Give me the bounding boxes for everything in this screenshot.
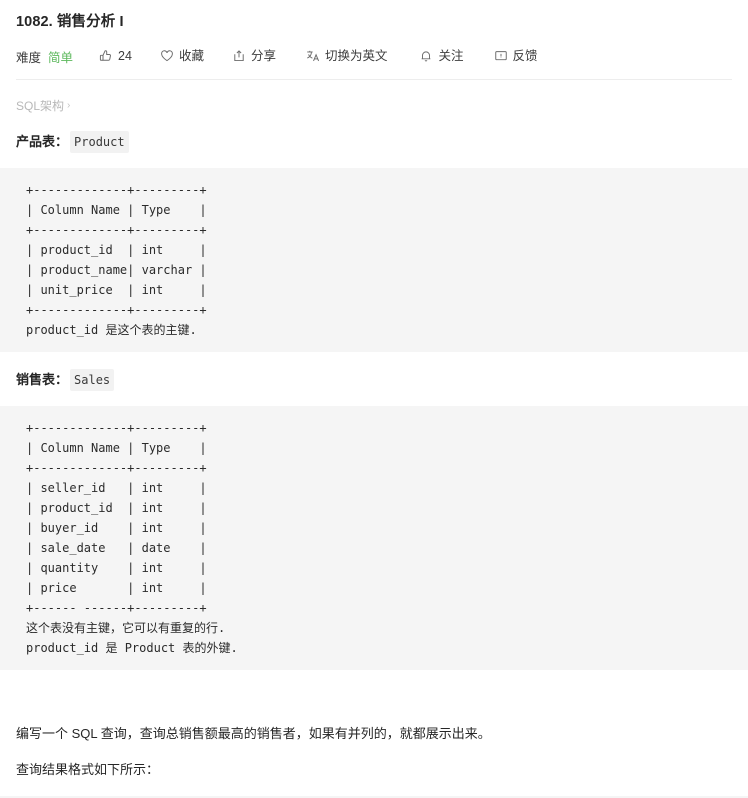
header-divider [16, 79, 732, 80]
feedback-label: 反馈 [512, 49, 538, 63]
translate-label: 切换为英文 [324, 49, 388, 63]
follow-button[interactable]: 关注 [419, 48, 464, 64]
sales-table-label-text: 销售表： [16, 372, 69, 387]
like-count: 24 [118, 49, 132, 63]
action-toolbar: 难度 简单 24 收藏 分享 切换为英文 关注 反馈 [16, 42, 732, 70]
product-schema-code: +-------------+---------+ | Column Name … [0, 168, 748, 352]
product-table-label: 产品表： Product [16, 131, 732, 153]
feedback-button[interactable]: 反馈 [494, 48, 538, 64]
thumbs-up-icon [99, 49, 113, 63]
feedback-icon [494, 49, 508, 63]
page-header: 1082. 销售分析 I 难度 简单 24 收藏 分享 切换为英文 关注 反馈 [0, 0, 748, 80]
translate-button[interactable]: 切换为英文 [306, 48, 388, 64]
favorite-button[interactable]: 收藏 [160, 48, 204, 64]
chevron-right-icon: › [67, 100, 71, 111]
product-table-name: Product [70, 131, 129, 153]
share-label: 分享 [250, 49, 276, 63]
share-button[interactable]: 分享 [232, 48, 276, 64]
sales-table-name: Sales [70, 369, 115, 391]
breadcrumb: SQL架构 › [16, 98, 732, 114]
bell-icon [419, 49, 433, 63]
problem-page: 1082. 销售分析 I 难度 简单 24 收藏 分享 切换为英文 关注 反馈 … [0, 0, 748, 798]
result-format-intro: 查询结果格式如下所示： [16, 762, 160, 777]
problem-content: SQL架构 › 产品表： Product +-------------+----… [0, 98, 748, 798]
like-button[interactable]: 24 [99, 48, 132, 64]
favorite-label: 收藏 [178, 49, 204, 63]
product-table-label-text: 产品表： [16, 134, 69, 149]
difficulty-label: 难度 [16, 50, 42, 65]
sales-table-label: 销售表： Sales [16, 369, 732, 391]
page-title: 1082. 销售分析 I [16, 14, 124, 30]
heart-icon [160, 49, 174, 63]
difficulty-group: 难度 简单 [16, 47, 73, 66]
translate-icon [306, 49, 320, 63]
breadcrumb-item-sql-schema[interactable]: SQL架构 [16, 98, 64, 114]
question-prompt: 编写一个 SQL 查询，查询总销售额最高的销售者，如果有并列的，就都展示出来。 [16, 726, 491, 741]
follow-label: 关注 [438, 49, 464, 63]
difficulty-value: 简单 [48, 50, 74, 65]
sales-schema-code: +-------------+---------+ | Column Name … [0, 406, 748, 670]
share-icon [232, 49, 246, 63]
